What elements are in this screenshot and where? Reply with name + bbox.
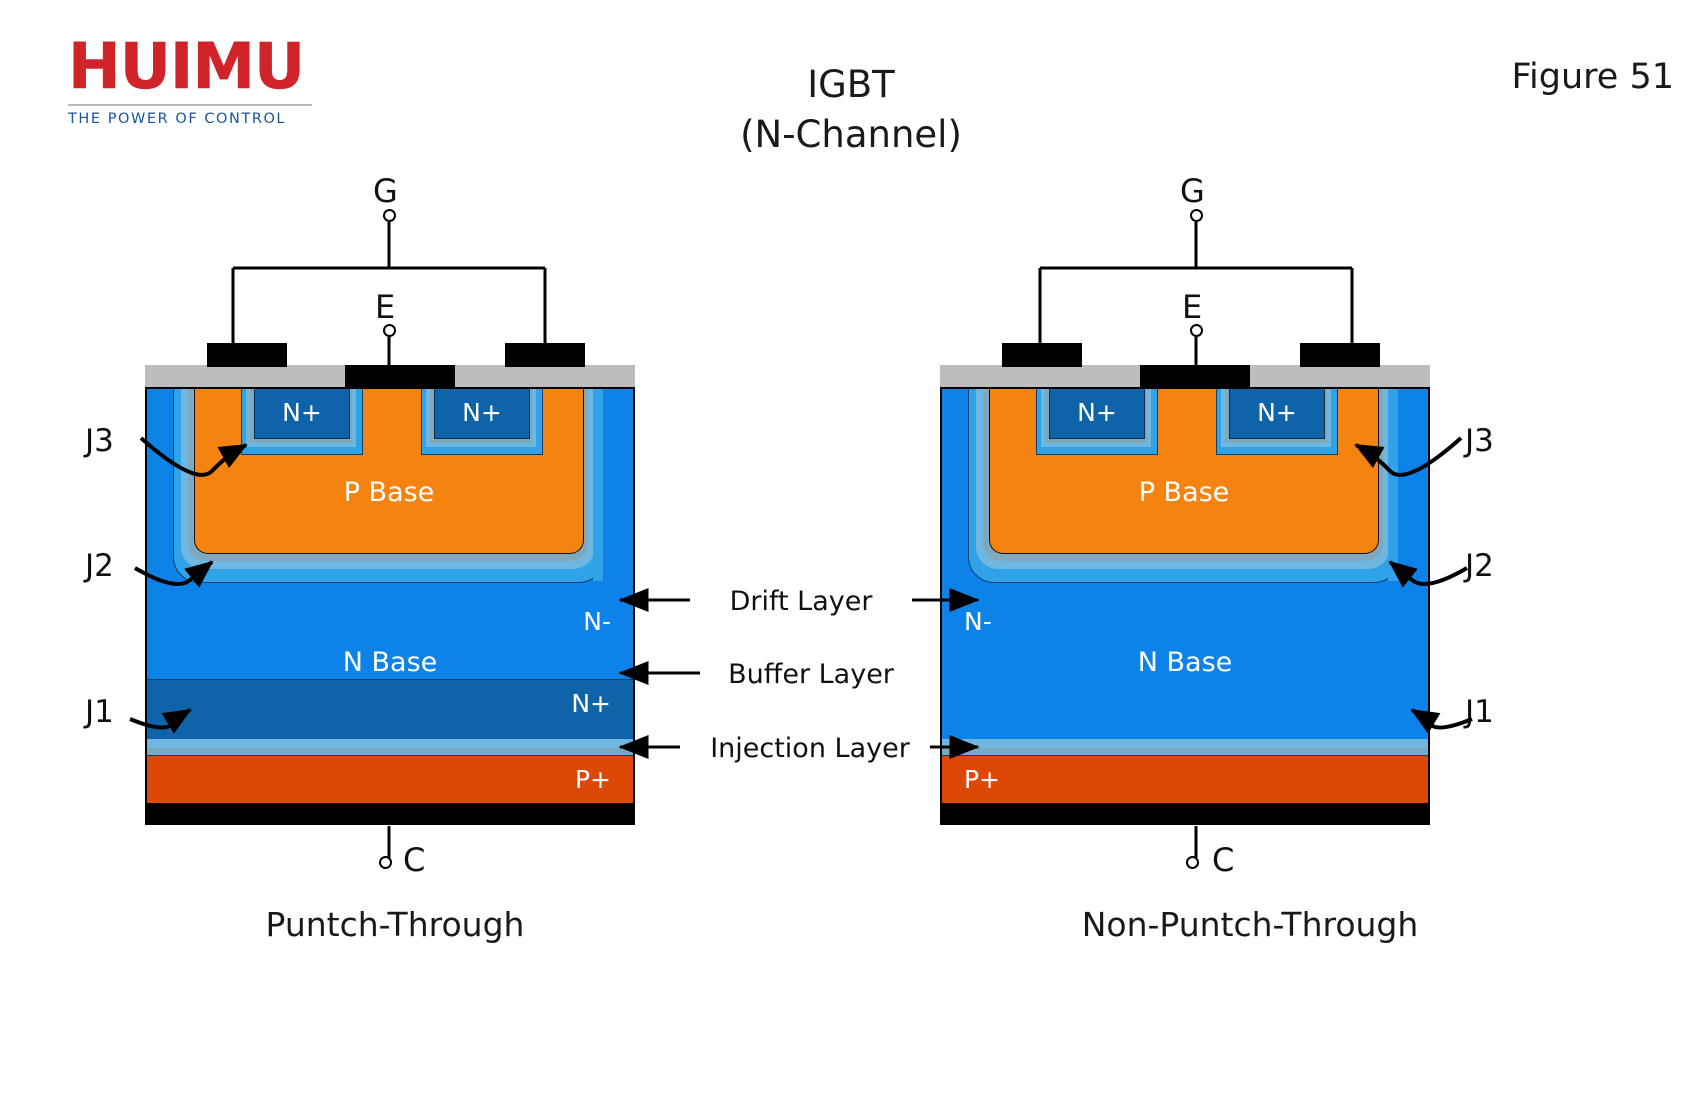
annotation-drift-layer: Drift Layer <box>729 586 873 617</box>
n-plus-label-srcL: N+ <box>282 398 322 427</box>
collector-terminal-node-right[interactable] <box>1186 856 1199 869</box>
emitter-metal-left <box>345 365 455 387</box>
n-plus-region-srcL2: N+ <box>1049 389 1145 439</box>
junction-label-j2-left: J2 <box>85 548 114 584</box>
gate-terminal-node-left[interactable] <box>383 209 396 222</box>
silicon-body-left: P Base N+ N+ N- N Base N+ P+ <box>145 387 635 805</box>
emitter-metal-right <box>1140 365 1250 387</box>
collector-metal-right <box>940 805 1430 825</box>
top-metal-row-left <box>145 343 635 387</box>
j1-junction-band-a-right <box>942 739 1428 748</box>
edge-drift-right-dev <box>1398 389 1428 739</box>
title-line-1: IGBT <box>807 63 895 106</box>
annotation-buffer-layer: Buffer Layer <box>728 659 894 690</box>
gate-pad-left <box>207 343 287 367</box>
emitter-label-right: E <box>1182 288 1203 326</box>
n-plus-region-srcL: N+ <box>254 389 350 439</box>
j1-junction-band-b-left <box>147 748 633 755</box>
n-plus-label-srcR: N+ <box>462 398 502 427</box>
j1-junction-band-a-left <box>147 739 633 748</box>
gate-oxide-left <box>145 365 345 387</box>
p-plus-label-right: P+ <box>964 765 1001 794</box>
gate-pad-right <box>505 343 585 367</box>
caption-punch-through: Puntch-Through <box>265 905 525 944</box>
junction-label-j1-left: J1 <box>85 694 114 730</box>
gate-label-right: G <box>1180 172 1205 210</box>
edge-halo1-right-dev <box>1388 389 1398 581</box>
edge-halo1-left-dev <box>593 389 603 581</box>
n-base-label-left: N Base <box>342 647 438 678</box>
device-punch-through: P Base N+ N+ N- N Base N+ P+ <box>145 343 635 825</box>
caption-non-punch-through: Non-Puntch-Through <box>1081 905 1419 944</box>
page-title: IGBT (N-Channel) <box>0 60 1702 160</box>
junction-label-j3-right: J3 <box>1465 423 1494 459</box>
p-plus-layer-left <box>147 755 633 803</box>
annotation-injection-layer: Injection Layer <box>710 733 910 764</box>
collector-label-left: C <box>403 841 426 879</box>
p-base-label-right: P Base <box>1138 477 1230 508</box>
p-base-label-left: P Base <box>343 477 435 508</box>
emitter-terminal-node-right[interactable] <box>1190 324 1203 337</box>
n-buffer-layer-left <box>147 679 633 740</box>
n-base-label-right: N Base <box>1137 647 1233 678</box>
p-plus-layer-right <box>942 755 1428 803</box>
gate-label-left: G <box>373 172 398 210</box>
p-plus-label-left: P+ <box>574 765 611 794</box>
collector-metal-left <box>145 805 635 825</box>
device-non-punch-through: P Base N+ N+ N- N Base P+ <box>940 343 1430 825</box>
junction-label-j2-right: J2 <box>1465 548 1494 584</box>
diagram-canvas: HUIMU THE POWER OF CONTROL IGBT (N-Chann… <box>0 0 1702 1099</box>
n-plus-region-srcR: N+ <box>434 389 530 439</box>
top-metal-row-right <box>940 343 1430 387</box>
gate-oxide-left-2 <box>940 365 1140 387</box>
n-drift-label-left: N- <box>583 607 611 636</box>
gate-pad-right-2 <box>1300 343 1380 367</box>
title-line-2: (N-Channel) <box>740 113 962 156</box>
collector-terminal-node-left[interactable] <box>379 856 392 869</box>
n-plus-label-srcL2: N+ <box>1077 398 1117 427</box>
n-plus-region-srcR2: N+ <box>1229 389 1325 439</box>
silicon-body-right: P Base N+ N+ N- N Base P+ <box>940 387 1430 805</box>
collector-label-right: C <box>1212 841 1235 879</box>
n-plus-label-srcR2: N+ <box>1257 398 1297 427</box>
emitter-label-left: E <box>375 288 396 326</box>
gate-pad-left-2 <box>1002 343 1082 367</box>
gate-oxide-right <box>455 365 635 387</box>
j1-junction-band-b-right <box>942 748 1428 755</box>
figure-number: Figure 51 <box>1511 57 1674 97</box>
emitter-terminal-node-left[interactable] <box>383 324 396 337</box>
n-drift-label-right: N- <box>964 607 992 636</box>
n-buffer-label-left: N+ <box>571 689 611 718</box>
junction-label-j3-left: J3 <box>85 423 114 459</box>
gate-oxide-right-2 <box>1250 365 1430 387</box>
junction-label-j1-right: J1 <box>1465 694 1494 730</box>
gate-terminal-node-right[interactable] <box>1190 209 1203 222</box>
